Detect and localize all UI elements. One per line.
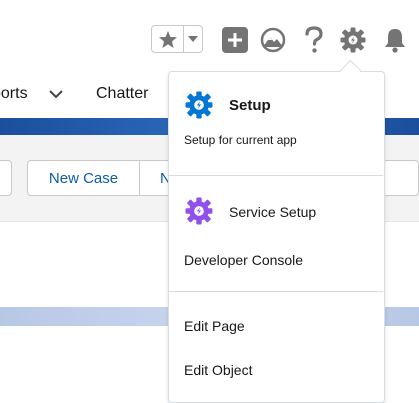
setup-menu-subtitle: Setup for current app bbox=[184, 133, 297, 147]
setup-gear-button[interactable] bbox=[339, 25, 367, 55]
menu-divider bbox=[169, 175, 383, 176]
setup-gear-icon bbox=[185, 91, 213, 119]
gear-icon bbox=[340, 27, 366, 53]
favorites-button-group bbox=[151, 25, 203, 53]
bell-icon bbox=[385, 29, 405, 53]
nav-item-reports[interactable]: ports bbox=[0, 85, 28, 103]
developer-console-menu-item[interactable]: Developer Console bbox=[184, 252, 303, 268]
help-button[interactable] bbox=[301, 24, 327, 56]
chevron-down-icon[interactable] bbox=[48, 88, 64, 100]
setup-menu-panel bbox=[168, 71, 385, 403]
caret-down-icon bbox=[188, 36, 198, 42]
trailhead-button[interactable] bbox=[258, 26, 288, 54]
edit-page-menu-item[interactable]: Edit Page bbox=[184, 318, 245, 334]
setup-menu-item[interactable]: Setup bbox=[229, 97, 271, 114]
service-setup-gear-icon bbox=[185, 197, 213, 225]
star-icon bbox=[158, 30, 177, 48]
new-case-button[interactable]: New Case bbox=[27, 160, 140, 196]
notifications-button[interactable] bbox=[380, 25, 410, 55]
trailhead-icon bbox=[260, 27, 286, 53]
action-button-partial[interactable] bbox=[0, 160, 12, 196]
menu-divider bbox=[169, 291, 383, 292]
favorites-list-button[interactable] bbox=[184, 26, 202, 52]
plus-icon bbox=[228, 33, 242, 47]
question-icon bbox=[305, 26, 323, 53]
nav-item-chatter[interactable]: Chatter bbox=[96, 85, 148, 103]
service-setup-menu-item[interactable]: Service Setup bbox=[229, 204, 316, 220]
global-actions-button[interactable] bbox=[222, 27, 248, 53]
edit-object-menu-item[interactable]: Edit Object bbox=[184, 362, 252, 378]
favorites-button[interactable] bbox=[152, 26, 184, 52]
